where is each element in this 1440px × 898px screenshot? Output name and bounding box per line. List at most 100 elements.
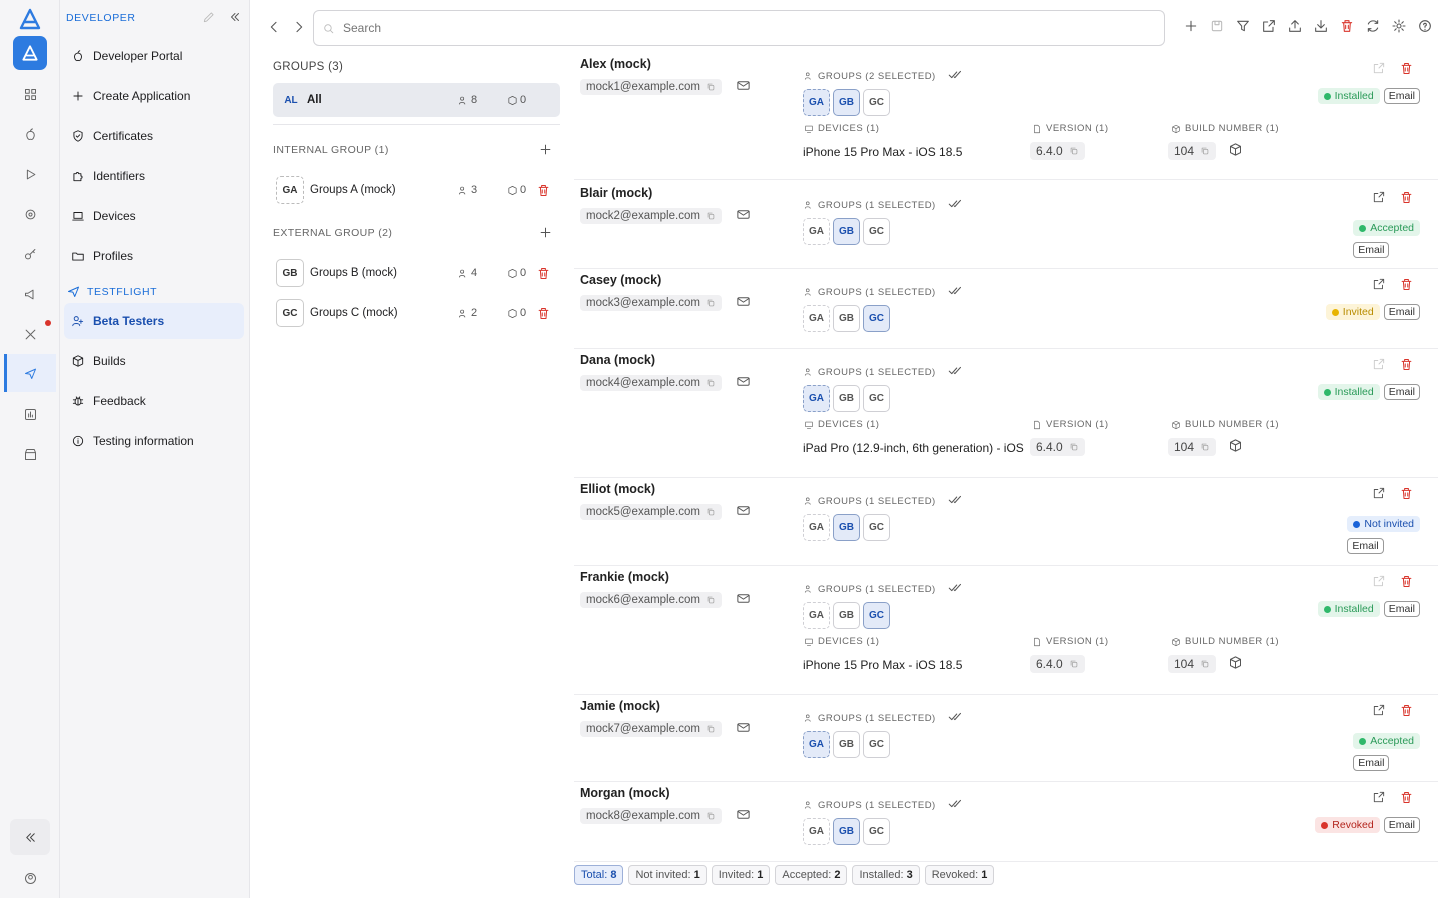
- copy-icon[interactable]: [706, 82, 716, 92]
- external-link-icon[interactable]: [1261, 18, 1277, 34]
- delete-tester[interactable]: [1399, 277, 1414, 297]
- key-icon[interactable]: [15, 239, 45, 269]
- mail-icon[interactable]: [736, 591, 751, 606]
- grid-icon[interactable]: [15, 79, 45, 109]
- copy-icon[interactable]: [706, 211, 716, 221]
- copy-icon[interactable]: [1200, 146, 1210, 156]
- copy-icon[interactable]: [1200, 659, 1210, 669]
- sidebar-item-feedback[interactable]: Feedback: [64, 383, 244, 419]
- account-icon[interactable]: [15, 863, 45, 893]
- edit-icon[interactable]: [202, 10, 216, 29]
- copy-icon[interactable]: [706, 298, 716, 308]
- build-detail-icon[interactable]: [1228, 655, 1243, 673]
- external-link-icon[interactable]: [1372, 61, 1386, 75]
- forward-icon[interactable]: [291, 19, 307, 40]
- trash-icon[interactable]: [1399, 190, 1414, 205]
- sidebar-item-testing-information[interactable]: Testing information: [64, 423, 244, 459]
- group-toggle-ga[interactable]: GA: [803, 305, 830, 332]
- select-all-icon[interactable]: [948, 196, 963, 211]
- filter-icon[interactable]: [1235, 18, 1251, 34]
- copy-icon[interactable]: [1069, 442, 1079, 452]
- delete-group-icon[interactable]: [536, 183, 551, 198]
- external-link-icon[interactable]: [1372, 357, 1386, 371]
- sidebar-item-identifiers[interactable]: Identifiers: [64, 158, 244, 194]
- group-toggle-gb[interactable]: GB: [833, 385, 860, 412]
- collapse-sidebar-icon[interactable]: [228, 10, 242, 29]
- copy-icon[interactable]: [706, 507, 716, 517]
- group-toggle-ga[interactable]: GA: [803, 218, 830, 245]
- copy-icon[interactable]: [706, 595, 716, 605]
- footer-invited[interactable]: Invited: 1: [711, 865, 771, 885]
- chart-icon[interactable]: [15, 399, 45, 429]
- mail-icon[interactable]: [736, 503, 751, 518]
- email-button[interactable]: Email: [1383, 88, 1420, 104]
- add-external-group-icon[interactable]: [538, 225, 553, 245]
- trash-icon[interactable]: [1399, 703, 1414, 718]
- download-icon[interactable]: [1313, 18, 1329, 34]
- apple-icon[interactable]: [15, 119, 45, 149]
- mail-icon[interactable]: [736, 720, 751, 735]
- sidebar-item-certificates[interactable]: Certificates: [64, 118, 244, 154]
- mail-icon[interactable]: [736, 374, 751, 389]
- add-internal-group-icon[interactable]: [538, 142, 553, 162]
- open-external[interactable]: [1372, 486, 1386, 505]
- sidebar-item-beta-testers[interactable]: Beta Testers: [64, 303, 244, 339]
- select-all-icon[interactable]: [948, 492, 963, 507]
- trash-icon[interactable]: [1399, 790, 1414, 805]
- trash-icon[interactable]: [1399, 277, 1414, 292]
- group-toggle-ga[interactable]: GA: [803, 385, 830, 412]
- email-button[interactable]: Email: [1353, 242, 1390, 258]
- search-input[interactable]: [343, 21, 1133, 35]
- delete-tester[interactable]: [1399, 190, 1414, 210]
- select-all-icon[interactable]: [948, 363, 963, 378]
- select-all-icon[interactable]: [948, 67, 963, 82]
- group-toggle-gb[interactable]: GB: [833, 602, 860, 629]
- copy-icon[interactable]: [1069, 146, 1079, 156]
- delete-tester[interactable]: [1399, 357, 1414, 377]
- open-external[interactable]: [1372, 277, 1386, 296]
- external-link-icon[interactable]: [1372, 703, 1386, 717]
- group-row-external[interactable]: GB Groups B (mock) 4 0: [273, 256, 560, 290]
- group-toggle-gb[interactable]: GB: [833, 305, 860, 332]
- save-icon[interactable]: [1209, 18, 1225, 34]
- open-external[interactable]: [1372, 61, 1386, 80]
- megaphone-icon[interactable]: [15, 279, 45, 309]
- sidebar-item-developer-portal[interactable]: Developer Portal: [64, 38, 244, 74]
- developer-app-icon[interactable]: [13, 36, 47, 70]
- group-toggle-ga[interactable]: GA: [803, 514, 830, 541]
- email-button[interactable]: Email: [1383, 384, 1420, 400]
- select-all-icon[interactable]: [948, 796, 963, 811]
- settings-icon[interactable]: [1391, 18, 1407, 34]
- email-button[interactable]: Email: [1353, 755, 1390, 771]
- trash-icon[interactable]: [1399, 574, 1414, 589]
- mail-icon[interactable]: [736, 207, 751, 222]
- copy-icon[interactable]: [706, 724, 716, 734]
- email-button[interactable]: Email: [1347, 538, 1384, 554]
- group-toggle-gc[interactable]: GC: [863, 385, 890, 412]
- testflight-icon[interactable]: [15, 358, 45, 388]
- open-external[interactable]: [1372, 357, 1386, 376]
- delete-group-icon[interactable]: [536, 266, 551, 281]
- group-row-all[interactable]: AL All 8 0: [273, 83, 560, 117]
- sidebar-item-profiles[interactable]: Profiles: [64, 238, 244, 274]
- group-toggle-gb[interactable]: GB: [833, 218, 860, 245]
- trash-icon[interactable]: [1399, 61, 1414, 76]
- group-toggle-ga[interactable]: GA: [803, 602, 830, 629]
- copy-icon[interactable]: [706, 378, 716, 388]
- delete-tester[interactable]: [1399, 486, 1414, 506]
- build-detail-icon[interactable]: [1228, 438, 1243, 456]
- email-button[interactable]: Email: [1383, 304, 1420, 320]
- help-icon[interactable]: [1417, 18, 1433, 34]
- back-icon[interactable]: [266, 19, 282, 40]
- delete-tester[interactable]: [1399, 61, 1414, 81]
- sidebar-item-create-application[interactable]: Create Application: [64, 78, 244, 114]
- copy-icon[interactable]: [1069, 659, 1079, 669]
- footer-revoked[interactable]: Revoked: 1: [924, 865, 995, 885]
- build-detail-icon[interactable]: [1228, 142, 1243, 160]
- open-external[interactable]: [1372, 703, 1386, 722]
- store-icon[interactable]: [15, 439, 45, 469]
- footer-not-invited[interactable]: Not invited: 1: [628, 865, 707, 885]
- group-toggle-ga[interactable]: GA: [803, 818, 830, 845]
- select-all-icon[interactable]: [948, 580, 963, 595]
- group-toggle-gc[interactable]: GC: [863, 218, 890, 245]
